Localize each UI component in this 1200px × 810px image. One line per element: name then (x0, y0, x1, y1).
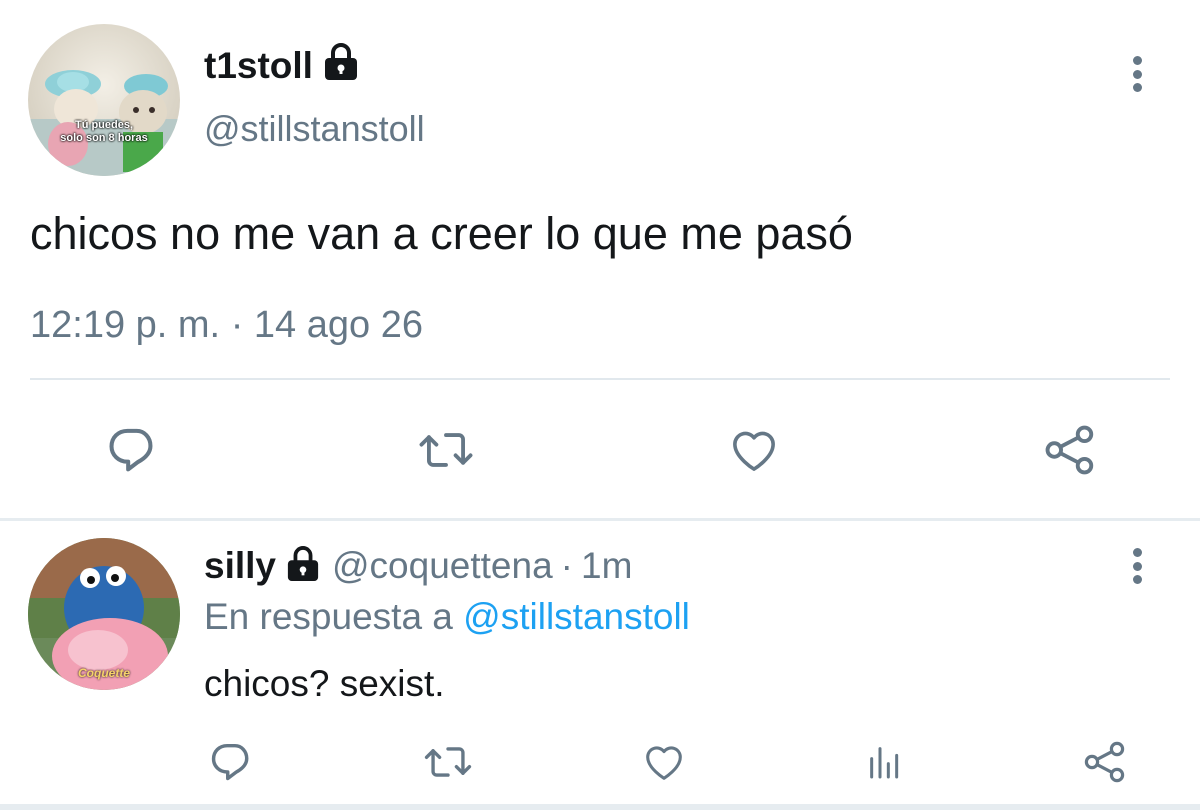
more-options-icon[interactable] (1131, 56, 1143, 92)
reply-context: En respuesta a @stillstanstoll (204, 596, 690, 638)
author-display-name[interactable]: t1stoll (204, 42, 359, 90)
tweet-time: 12:19 p. m. (30, 304, 221, 346)
retweet-icon (419, 433, 473, 467)
avatar-caption-line1: Tú puedes, (74, 119, 134, 131)
comment-button[interactable] (100, 420, 164, 480)
like-button[interactable] (722, 420, 786, 480)
avatar-caption-line2: solo son 8 horas (60, 132, 148, 144)
comment-icon (109, 428, 153, 472)
bottom-divider (0, 804, 1200, 810)
like-icon (733, 431, 775, 471)
reply-author-avatar[interactable]: Coquette (28, 538, 180, 690)
reply-handle: @coquettena (332, 545, 553, 586)
section-divider (0, 518, 1200, 521)
share-icon (1045, 425, 1094, 475)
reply-share-button[interactable] (1078, 735, 1132, 789)
reply-separator: · (560, 545, 573, 586)
retweet-button[interactable] (410, 420, 482, 480)
author-handle[interactable]: @stillstanstoll (204, 108, 425, 150)
display-name-text: t1stoll (204, 45, 313, 86)
like-icon (646, 746, 682, 780)
avatar-caption: Tú puedes, solo son 8 horas (28, 119, 180, 145)
lock-icon (323, 42, 359, 90)
reply-to-link[interactable]: @stillstanstoll (463, 596, 690, 637)
meta-separator: · (230, 304, 244, 346)
reply-comment-button[interactable] (204, 735, 258, 789)
comment-icon (211, 743, 249, 781)
share-icon (1084, 741, 1125, 783)
tweet-date: 14 ago 26 (253, 304, 423, 346)
tweet-text: chicos no me van a creer lo que me pasó (30, 208, 853, 259)
tweet-divider (30, 378, 1170, 380)
reply-retweet-button[interactable] (418, 735, 478, 789)
reply-prefix: En respuesta a (204, 596, 453, 637)
reply-more-options-icon[interactable] (1131, 548, 1143, 584)
analytics-icon (870, 747, 899, 779)
reply-text: chicos? sexist. (204, 663, 445, 704)
reply-age: 1m (581, 545, 633, 586)
retweet-icon (424, 747, 472, 777)
reply-analytics-button[interactable] (858, 735, 912, 789)
lock-icon (286, 545, 320, 587)
reply-display-name: silly (204, 545, 276, 586)
tweet-timestamp: 12:19 p. m. · 14 ago 26 (30, 304, 423, 347)
share-button[interactable] (1038, 420, 1102, 480)
reply-avatar-caption: Coquette (78, 666, 130, 680)
author-avatar[interactable]: Tú puedes, solo son 8 horas (28, 24, 180, 176)
reply-like-button[interactable] (636, 735, 692, 789)
reply-header[interactable]: silly @coquettena · 1m (204, 545, 632, 587)
